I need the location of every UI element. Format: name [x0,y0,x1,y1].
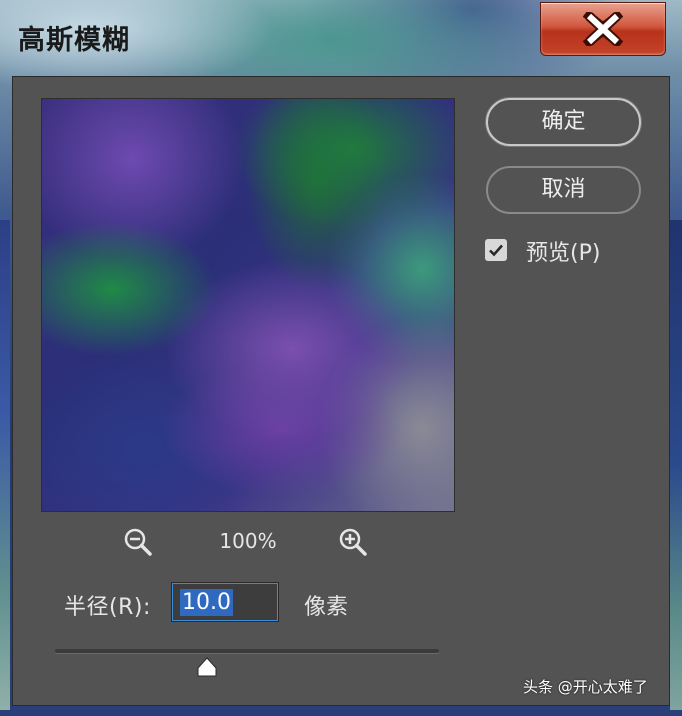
radius-slider-track[interactable] [55,649,439,653]
cancel-button[interactable]: 取消 [486,166,641,214]
ok-button[interactable]: 确定 [486,98,641,146]
close-x-icon [583,12,623,46]
checkmark-icon [489,244,503,257]
zoom-level: 100% [219,529,277,553]
watermark: 头条 @开心太难了 [523,678,648,696]
radius-slider-thumb[interactable] [196,657,218,677]
dialog-body: 100% 半径(R): 10.0 像素 确定 取消 预览(P) [12,76,670,706]
zoom-out-icon[interactable] [123,527,153,557]
close-button[interactable] [540,2,666,56]
window-border-left [0,220,10,710]
window-border-right [670,220,682,710]
radius-value: 10.0 [180,589,233,616]
preview-checkbox[interactable] [485,239,507,261]
preview-checkbox-label[interactable]: 预览(P) [526,235,600,267]
radius-unit-label: 像素 [304,595,349,620]
preview-image[interactable] [41,98,455,512]
zoom-in-icon[interactable] [338,527,368,557]
window-title: 高斯模糊 [18,25,130,56]
radius-label: 半径(R): [64,595,151,620]
radius-input[interactable]: 10.0 [171,582,279,622]
